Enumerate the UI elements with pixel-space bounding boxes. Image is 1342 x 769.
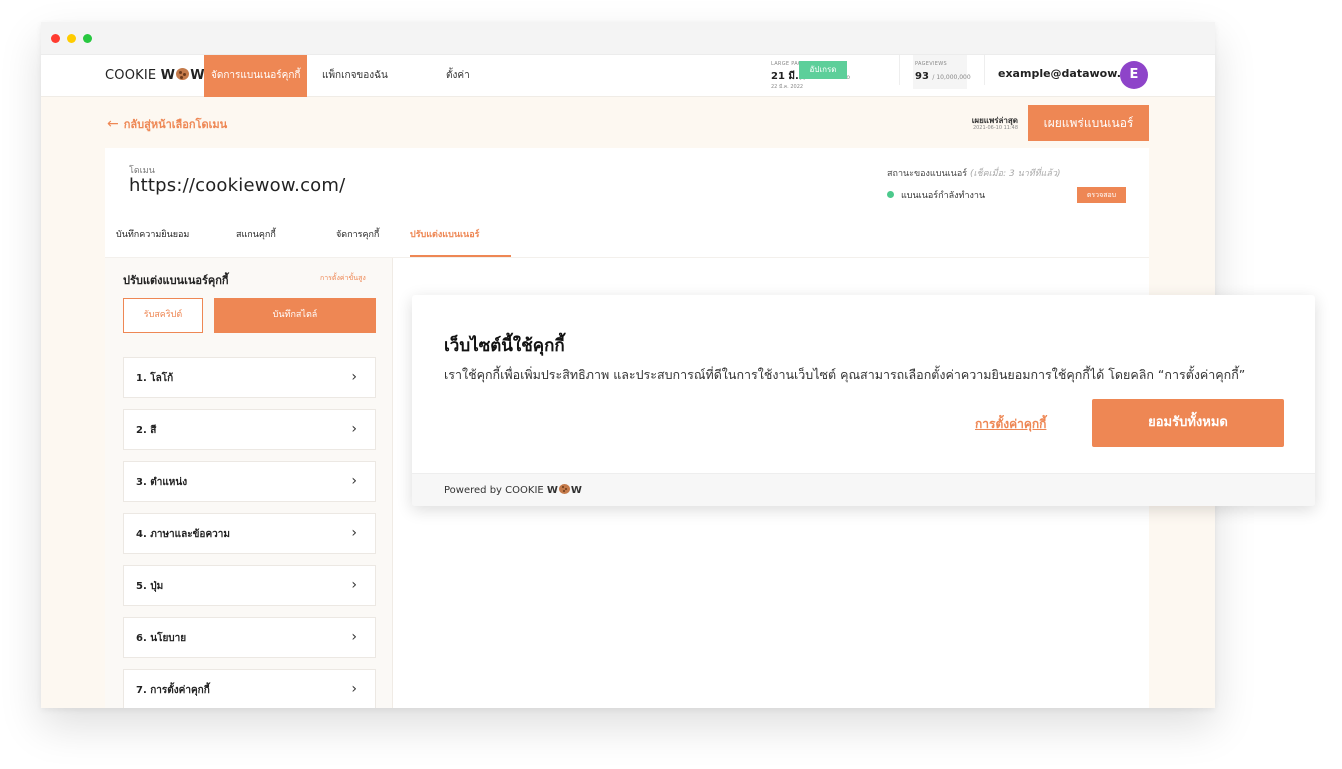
pageviews-value: 93 [915, 71, 929, 82]
powered-by-label: Powered by [444, 485, 502, 496]
back-link-label: กลับสู่หน้าเลือกโดเมน [123, 118, 228, 131]
tab-customize-banner[interactable]: ปรับแต่งแบนเนอร์ [410, 227, 479, 241]
nav-item-manage-banner[interactable]: จัดการแบนเนอร์คุกกี้ [204, 55, 308, 97]
package-end-date: 22 มี.ค. 2022 [771, 84, 804, 90]
banner-status-text: แบนเนอร์กำลังทำงาน [901, 191, 986, 201]
banner-preview-description: เราใช้คุกกี้เพื่อเพิ่มประสิทธิภาพ และประ… [444, 367, 1246, 382]
powered-w-right: W [570, 485, 582, 496]
customize-item-cookie-settings[interactable]: 7. การตั้งค่าคุกกี้ › [123, 669, 376, 708]
chevron-right-icon: › [351, 577, 357, 593]
banner-status-label: สถานะของแบนเนอร์ (เช็คเมื่อ: 3 นาทีที่แล… [887, 166, 1061, 180]
banner-preview-footer: Powered by COOKIE W W [412, 473, 1315, 506]
cookie-logo-icon [176, 68, 190, 80]
tab-scan-cookies[interactable]: สแกนคุกกี้ [236, 227, 276, 241]
publish-banner-button[interactable]: เผยแพร่แบนเนอร์ [1028, 105, 1149, 141]
nav-divider [984, 55, 985, 85]
customize-item-language[interactable]: 4. ภาษาและข้อความ › [123, 513, 376, 554]
cookiewow-logo[interactable]: COOKIE WW [105, 68, 205, 83]
chevron-right-icon: › [351, 473, 357, 489]
customize-item-policy[interactable]: 6. นโยบาย › [123, 617, 376, 658]
pageviews-limit: / 10,000,000 [932, 74, 971, 81]
powered-brand-prefix: COOKIE [505, 485, 547, 496]
tab-consent-log[interactable]: บันทึกความยินยอม [116, 227, 189, 241]
customize-item-label: 4. ภาษาและข้อความ [136, 529, 230, 540]
domain-url: https://cookiewow.com/ [129, 175, 346, 196]
banner-accept-all-button[interactable]: ยอมรับทั้งหมด [1092, 399, 1284, 447]
status-active-icon [887, 191, 894, 198]
back-to-domain-link[interactable]: ← กลับสู่หน้าเลือกโดเมน [107, 115, 227, 133]
save-style-button[interactable]: บันทึกสไตล์ [214, 298, 376, 333]
window-titlebar [41, 22, 1215, 55]
cookie-logo-icon [558, 484, 570, 494]
sidebar-title: ปรับแต่งแบนเนอร์คุกกี้ [123, 274, 229, 287]
customize-item-logo[interactable]: 1. โลโก้ › [123, 357, 376, 398]
chevron-right-icon: › [351, 421, 357, 437]
customize-item-color[interactable]: 2. สี › [123, 409, 376, 450]
advanced-settings-link[interactable]: การตั้งค่าขั้นสูง [320, 273, 366, 284]
logo-text-prefix: COOKIE [105, 68, 161, 83]
customize-item-label: 7. การตั้งค่าคุกกี้ [136, 685, 210, 696]
close-window-icon[interactable] [51, 34, 60, 43]
account-email[interactable]: example@datawow.io [998, 67, 1132, 80]
nav-item-settings[interactable]: ตั้งค่า [446, 55, 470, 97]
customize-item-label: 2. สี [136, 425, 157, 436]
powered-by-text: Powered by COOKIE W W [444, 484, 582, 496]
tab-manage-cookies[interactable]: จัดการคุกกี้ [336, 227, 379, 241]
chevron-right-icon: › [351, 629, 357, 645]
chevron-right-icon: › [351, 525, 357, 541]
customize-item-label: 1. โลโก้ [136, 373, 174, 384]
banner-status-title: สถานะของแบนเนอร์ [887, 169, 968, 179]
banner-status-checked-note: (เช็คเมื่อ: 3 นาทีที่แล้ว) [969, 169, 1061, 179]
customize-item-label: 6. นโยบาย [136, 633, 187, 644]
get-script-button[interactable]: รับสคริปต์ [123, 298, 203, 333]
user-avatar[interactable]: E [1120, 61, 1148, 89]
customize-item-label: 3. ตำแหน่ง [136, 477, 188, 488]
customize-item-buttons[interactable]: 5. ปุ่ม › [123, 565, 376, 606]
last-published-time: 2021-06-10 11:48 [972, 125, 1018, 131]
pageviews-caption: PAGEVIEWS [915, 61, 947, 67]
powered-w-left: W [546, 485, 558, 496]
upgrade-button[interactable]: อัปเกรด [799, 61, 847, 79]
customize-item-label: 5. ปุ่ม [136, 581, 164, 592]
customize-item-position[interactable]: 3. ตำแหน่ง › [123, 461, 376, 502]
nav-divider [899, 55, 900, 85]
check-status-button[interactable]: ตรวจสอบ [1077, 187, 1126, 203]
pageviews-count: 93 / 10,000,000 [915, 71, 971, 82]
minimize-window-icon[interactable] [67, 34, 76, 43]
maximize-window-icon[interactable] [83, 34, 92, 43]
cookie-banner-preview: เว็บไซต์นี้ใช้คุกกี้ เราใช้คุกกี้เพื่อเพ… [412, 295, 1315, 506]
chevron-right-icon: › [351, 369, 357, 385]
logo-w-left: W [160, 68, 176, 83]
logo-w-right: W [190, 68, 205, 83]
arrow-left-icon: ← [107, 116, 119, 132]
chevron-right-icon: › [351, 681, 357, 697]
banner-cookie-settings-link[interactable]: การตั้งค่าคุกกี้ [975, 415, 1046, 434]
nav-item-my-package[interactable]: แพ็กเกจของฉัน [322, 55, 388, 97]
banner-preview-title: เว็บไซต์นี้ใช้คุกกี้ [444, 336, 565, 356]
